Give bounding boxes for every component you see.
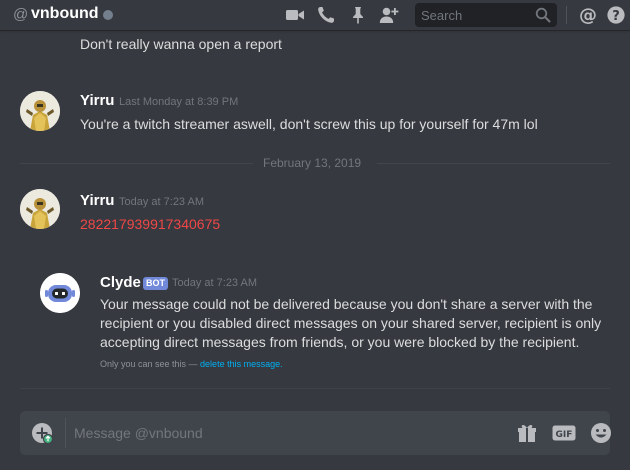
messages-bottom-divider: [20, 388, 610, 389]
voice-call-icon[interactable]: [316, 5, 336, 25]
ephemeral-notice: Only you can see this — delete this mess…: [100, 359, 283, 369]
gif-icon[interactable]: GIF: [552, 422, 576, 444]
upload-icon[interactable]: [31, 422, 53, 444]
video-call-icon[interactable]: [285, 5, 305, 25]
at-symbol: @: [13, 6, 29, 23]
message-text: You're a twitch streamer aswell, don't s…: [80, 116, 538, 132]
clyde-message-line: Your message could not be delivered beca…: [100, 296, 593, 312]
message-username[interactable]: Yirru: [80, 92, 114, 109]
search-placeholder: Search: [421, 8, 463, 23]
ephemeral-notice-text: Only you can see this —: [100, 359, 201, 369]
message-timestamp: Today at 7:23 AM: [119, 196, 204, 208]
header-divider: [566, 6, 567, 24]
message-text: 282217939917340675: [80, 216, 221, 232]
gift-icon[interactable]: [516, 422, 538, 444]
svg-text:?: ?: [612, 9, 620, 24]
clyde-message-line: recipient or you disabled direct message…: [100, 315, 602, 331]
channel-header: @ vnbound Search @ ?: [0, 0, 630, 30]
date-divider-line: [20, 163, 253, 164]
svg-text:GIF: GIF: [556, 430, 573, 440]
clyde-message-text: Your message could not be delivered beca…: [100, 295, 602, 352]
message-input[interactable]: [74, 411, 504, 455]
clyde-message-line: accepting direct messages from friends, …: [100, 334, 580, 350]
avatar[interactable]: [20, 189, 60, 229]
message-timestamp: Last Monday at 8:39 PM: [119, 96, 239, 108]
avatar[interactable]: [20, 91, 60, 131]
dm-recipient-name[interactable]: vnbound: [31, 5, 99, 23]
clyde-avatar[interactable]: [40, 273, 80, 313]
emoji-icon[interactable]: [590, 422, 612, 444]
svg-text:@: @: [579, 5, 597, 25]
message-username[interactable]: Clyde: [100, 274, 141, 291]
message-text: Don't really wanna open a report: [80, 36, 282, 52]
mention-icon[interactable]: @: [578, 5, 598, 25]
bot-tag: BOT: [143, 277, 168, 290]
help-icon[interactable]: ?: [606, 5, 626, 25]
pinned-messages-icon[interactable]: [348, 5, 368, 25]
delete-message-link[interactable]: delete this message.: [200, 359, 283, 369]
message-composer: GIF: [20, 411, 612, 455]
composer-divider: [65, 418, 66, 448]
add-friend-icon[interactable]: [379, 5, 399, 25]
message-username[interactable]: Yirru: [80, 192, 114, 209]
date-divider-line: [377, 163, 610, 164]
status-indicator: [103, 10, 113, 20]
date-divider: February 13, 2019: [263, 156, 362, 170]
search-bar[interactable]: Search: [415, 3, 557, 27]
message-timestamp: Today at 7:23 AM: [172, 277, 257, 289]
search-icon[interactable]: [535, 7, 551, 23]
